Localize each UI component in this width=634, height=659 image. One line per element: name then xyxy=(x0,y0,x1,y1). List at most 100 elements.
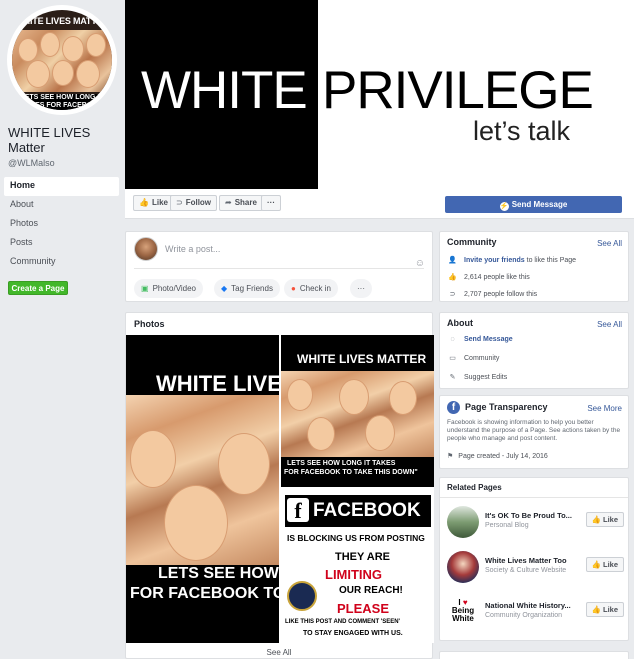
photo-thumbnail-2[interactable]: WHITE LIVES MATTER LETS SEE HOW LONG IT … xyxy=(281,335,434,643)
messenger-icon: ◌ xyxy=(450,336,455,343)
photo-face xyxy=(287,379,313,411)
thumbs-up-icon: 👍 xyxy=(591,605,601,614)
cover-photo[interactable]: WHITE PRIVILEGE let’s talk xyxy=(125,0,634,189)
next-card-edge xyxy=(439,651,629,659)
nav-item-about[interactable]: About xyxy=(4,196,119,215)
photo-text-limiting: LIMITING xyxy=(325,567,383,582)
photo-text-top: WHITE LIVES xyxy=(156,371,279,396)
related-page-thumbnail xyxy=(447,506,479,538)
related-divider xyxy=(440,497,628,498)
follows-count: ⊃ 2,707 people follow this xyxy=(447,290,538,298)
related-page-item[interactable]: I ♥ Being White National White History..… xyxy=(447,596,624,636)
facebook-logo-icon: f xyxy=(447,401,460,414)
share-button[interactable]: ➦ Share xyxy=(219,195,263,211)
photo-face xyxy=(339,379,369,415)
pencil-icon: ✎ xyxy=(449,374,456,381)
create-page-button[interactable]: Create a Page xyxy=(8,281,68,295)
related-page-category: Personal Blog xyxy=(485,522,529,529)
profile-picture-top-text: WHITE LIVES MATTER xyxy=(15,16,109,26)
page-nav: Home About Photos Posts Community xyxy=(4,177,119,272)
photo-face xyxy=(389,381,417,415)
photo-text-they-are: THEY ARE xyxy=(335,551,391,563)
messenger-icon: ⚡ xyxy=(499,202,509,211)
related-pages-title: Related Pages xyxy=(447,483,502,492)
about-card: About See All ◌ Send Message ▭ Community ✎… xyxy=(439,312,629,389)
profile-picture-bottom-text: LETS SEE HOW LONG IT TAKES FOR FACEBOOK … xyxy=(20,94,104,110)
cover-word-privilege: PRIVILEGE xyxy=(322,61,594,120)
related-page-name: National White History... xyxy=(485,601,571,610)
category-icon: ▭ xyxy=(449,355,456,362)
more-actions-button[interactable]: ··· xyxy=(261,195,281,211)
about-category[interactable]: ▭ Community xyxy=(447,354,499,362)
send-message-button[interactable]: ⚡ Send Message xyxy=(445,196,622,213)
photo-text-please: PLEASE xyxy=(337,601,390,616)
community-see-all-link[interactable]: See All xyxy=(597,239,622,248)
transparency-see-more-link[interactable]: See More xyxy=(587,404,622,413)
related-like-button[interactable]: 👍 Like xyxy=(585,512,624,527)
page-handle[interactable]: @WLMalso xyxy=(8,158,55,168)
suggest-edits-link[interactable]: ✎ Suggest Edits xyxy=(447,373,508,381)
invite-icon: 👤 xyxy=(448,257,457,264)
photo-video-button[interactable]: ▣ Photo/Video xyxy=(134,279,204,298)
photo-face xyxy=(164,485,228,561)
write-post-input[interactable]: Write a post... xyxy=(165,244,220,254)
post-composer: Write a post... ☺ ▣ Photo/Video ◆ Tag Frie… xyxy=(125,231,433,302)
related-pages-card: Related Pages It's OK To Be Proud To... … xyxy=(439,477,629,641)
user-avatar xyxy=(134,237,158,261)
photo-text-our-reach: OUR REACH! xyxy=(339,585,403,596)
nav-item-community[interactable]: Community xyxy=(4,253,119,272)
share-arrow-icon: ➦ xyxy=(225,198,232,207)
thumbs-up-icon: 👍 xyxy=(139,198,149,207)
photo-text-stay: TO STAY ENGAGED WITH US. xyxy=(303,630,403,637)
nav-item-home[interactable]: Home xyxy=(4,177,119,196)
photo-text-mid-2: FOR FACEBOOK TO TAKE THIS DOWN" xyxy=(284,469,418,476)
check-in-button[interactable]: ● Check in xyxy=(284,279,338,298)
related-page-thumbnail xyxy=(447,551,479,583)
about-send-message-link[interactable]: ◌ Send Message xyxy=(447,336,512,343)
related-like-button[interactable]: 👍 Like xyxy=(585,602,624,617)
composer-more-button[interactable]: ··· xyxy=(350,279,372,298)
about-see-all-link[interactable]: See All xyxy=(597,320,622,329)
composer-divider xyxy=(134,268,424,269)
photo-face xyxy=(365,415,395,451)
related-like-button[interactable]: 👍 Like xyxy=(585,557,624,572)
related-page-item[interactable]: White Lives Matter Too Society & Culture… xyxy=(447,551,624,591)
about-title: About xyxy=(447,318,473,328)
nav-item-posts[interactable]: Posts xyxy=(4,234,119,253)
thumbs-up-icon: 👍 xyxy=(448,274,457,281)
tag-friends-button[interactable]: ◆ Tag Friends xyxy=(214,279,280,298)
photos-section: Photos WHITE LIVES LETS SEE HOW LO FOR F… xyxy=(125,312,434,659)
follow-button[interactable]: ⊃ Follow xyxy=(170,195,218,211)
photo-thumbnail-1[interactable]: WHITE LIVES LETS SEE HOW LO FOR FACEBOOK… xyxy=(126,335,279,643)
location-pin-icon: ● xyxy=(291,284,296,293)
rss-icon: ⊃ xyxy=(176,198,183,207)
transparency-description: Facebook is showing information to help … xyxy=(447,419,621,442)
nav-item-photos[interactable]: Photos xyxy=(4,215,119,234)
profile-picture-faces xyxy=(12,30,112,92)
photo-text-blocking: IS BLOCKING US FROM POSTING xyxy=(287,533,425,543)
cover-subtitle: let’s talk xyxy=(473,116,571,146)
follow-icon: ⊃ xyxy=(449,291,456,298)
photo-face xyxy=(218,433,270,495)
page-action-bar: 👍 Like ⊃ Follow ➦ Share ··· ⚡ Send Message xyxy=(125,189,634,219)
photo-text-line-1: LETS SEE HOW LO xyxy=(158,565,279,582)
left-column: WHITE LIVES MATTER LETS SEE HOW LONG IT … xyxy=(0,0,124,659)
community-title: Community xyxy=(447,237,497,247)
like-page-button[interactable]: 👍 Like xyxy=(133,195,174,211)
photos-see-all-link[interactable]: See All xyxy=(126,648,432,657)
community-card: Community See All 👤 Invite your friends t… xyxy=(439,231,629,302)
invite-friends-link[interactable]: 👤 Invite your friends to like this Page xyxy=(447,256,576,264)
related-page-name: It's OK To Be Proud To... xyxy=(485,511,572,520)
photos-title: Photos xyxy=(134,319,165,329)
related-page-name: White Lives Matter Too xyxy=(485,556,567,565)
facebook-f-icon: f xyxy=(287,498,309,523)
photo-icon: ▣ xyxy=(141,284,149,293)
thumbs-up-icon: 👍 xyxy=(591,560,601,569)
page-name[interactable]: WHITE LIVES Matter xyxy=(8,125,118,155)
flag-icon: ⚑ xyxy=(447,453,454,460)
seal-icon xyxy=(287,581,317,611)
tag-icon: ◆ xyxy=(221,284,228,293)
related-page-category: Community Organization xyxy=(485,612,563,619)
related-page-item[interactable]: It's OK To Be Proud To... Personal Blog … xyxy=(447,506,624,546)
profile-picture[interactable]: WHITE LIVES MATTER LETS SEE HOW LONG IT … xyxy=(7,5,117,115)
